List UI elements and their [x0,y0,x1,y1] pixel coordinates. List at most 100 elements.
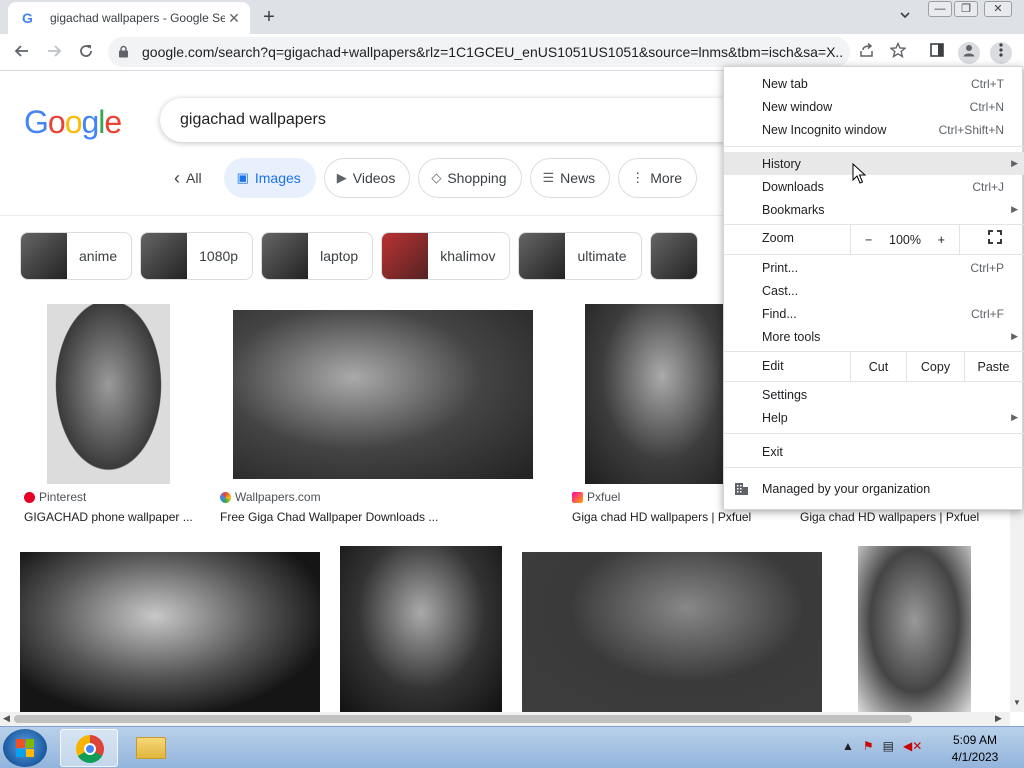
volume-muted-icon[interactable]: ◀✕ [903,739,922,753]
minimize-button[interactable]: — [928,1,952,17]
menu-new-tab[interactable]: New tab Ctrl+T [724,72,1024,95]
image-result[interactable] [522,552,822,712]
lock-icon[interactable] [118,45,130,59]
filter-videos[interactable]: ▶ Videos [323,158,411,198]
result-image[interactable] [340,546,502,712]
filter-all[interactable]: ‹ All [170,158,216,198]
image-result[interactable]: Pinterest GIGACHAD phone wallpaper ... [20,304,200,534]
related-chip-partial[interactable] [649,232,698,280]
image-result[interactable] [340,546,502,712]
menu-separator [724,254,1024,255]
filter-news[interactable]: ☰ News [529,158,611,198]
menu-downloads[interactable]: Downloads Ctrl+J [724,175,1024,198]
tab-title: gigachad wallpapers - Google Se [50,11,225,25]
taskbar-clock[interactable]: 5:09 AM 4/1/2023 [940,732,1010,766]
clock-date: 4/1/2023 [951,750,999,764]
close-window-button[interactable]: ✕ [984,1,1012,17]
menu-find[interactable]: Find... Ctrl+F [724,302,1024,325]
share-icon[interactable] [856,42,878,64]
result-title[interactable]: Free Giga Chad Wallpaper Downloads ... [220,510,438,524]
search-input[interactable]: gigachad wallpapers [160,98,780,142]
scroll-left-icon[interactable]: ◀ [3,713,10,724]
pinterest-icon [24,491,35,503]
menu-history[interactable]: History ▶ [724,152,1024,175]
image-icon: ▣ [236,170,249,185]
taskbar-chrome[interactable] [60,729,118,767]
chrome-icon [76,735,104,763]
start-button[interactable] [3,729,47,767]
kebab-menu-icon[interactable] [990,42,1012,64]
new-tab-button[interactable]: + [258,6,280,28]
submenu-arrow-icon: ▶ [1011,412,1018,422]
result-image[interactable] [233,310,533,479]
horizontal-scrollbar[interactable]: ◀ ▶ [0,712,1010,726]
bookmark-star-icon[interactable] [887,41,909,64]
menu-exit[interactable]: Exit [724,440,1024,463]
edit-paste-button[interactable]: Paste [964,352,1022,381]
image-result[interactable]: Wallpapers.com Free Giga Chad Wallpaper … [216,304,546,534]
filter-shopping[interactable]: ◇ Shopping [418,158,522,198]
related-chip-khalimov[interactable]: khalimov [381,232,511,280]
menu-new-incognito-window[interactable]: New Incognito window Ctrl+Shift+N [724,118,1024,141]
clock-time: 5:09 AM [952,733,998,747]
image-result[interactable] [858,546,971,712]
image-result[interactable] [20,552,320,712]
result-image[interactable] [585,304,725,484]
taskbar-file-explorer[interactable] [122,729,180,767]
result-title[interactable]: Giga chad HD wallpapers | Pxfuel [800,510,979,524]
network-icon[interactable]: ▤ [883,739,894,753]
menu-separator [724,467,1024,468]
profile-icon[interactable] [958,42,980,64]
related-chip-ultimate[interactable]: ultimate [518,232,642,280]
forward-arrow-icon[interactable] [42,41,66,65]
scroll-down-icon[interactable]: ▼ [1013,698,1021,707]
result-image[interactable] [522,552,822,712]
menu-help[interactable]: Help ▶ [724,406,1024,429]
submenu-arrow-icon: ▶ [1011,331,1018,341]
related-chip-1080p[interactable]: 1080p [140,232,254,280]
browser-tab[interactable]: G gigachad wallpapers - Google Se ✕ [8,2,250,34]
related-thumbnail [262,233,309,279]
side-panel-icon[interactable] [926,42,948,64]
restore-button[interactable]: ❐ [954,1,978,17]
fullscreen-icon[interactable] [988,230,1002,247]
menu-print[interactable]: Print... Ctrl+P [724,256,1024,279]
action-center-flag-icon[interactable]: ⚑ [863,739,874,753]
result-title[interactable]: GIGACHAD phone wallpaper ... [24,510,193,524]
reload-icon[interactable] [74,41,98,65]
filter-images[interactable]: ▣ Images [223,158,316,198]
result-source[interactable]: Wallpapers.com [220,490,321,504]
result-image[interactable] [20,552,320,712]
tab-search-icon[interactable] [896,8,914,26]
browser-title-bar: G gigachad wallpapers - Google Se ✕ + — … [0,0,1024,34]
show-hidden-icons-icon[interactable]: ▲ [842,739,854,753]
result-image[interactable] [47,304,170,484]
chevron-left-icon: ‹ [174,167,180,188]
back-arrow-icon[interactable] [10,41,34,65]
zoom-in-button[interactable]: + [938,233,945,247]
related-chip-anime[interactable]: anime [20,232,133,280]
result-source[interactable]: Pinterest [24,490,86,504]
windows-logo-icon [16,739,34,757]
folder-icon [136,737,166,759]
menu-bookmarks[interactable]: Bookmarks ▶ [724,198,1024,221]
edit-cut-button[interactable]: Cut [850,352,906,381]
result-source[interactable]: Pxfuel [572,490,620,504]
menu-separator [724,433,1024,434]
google-logo[interactable]: Google [24,104,122,141]
horizontal-scroll-thumb[interactable] [14,715,912,723]
result-image[interactable] [858,546,971,712]
menu-settings[interactable]: Settings [724,383,1024,406]
address-bar[interactable]: google.com/search?q=gigachad+wallpapers&… [108,37,850,67]
scroll-right-icon[interactable]: ▶ [995,713,1002,724]
filter-more[interactable]: ⋮ More [618,158,698,198]
zoom-out-button[interactable]: − [865,233,872,247]
result-title[interactable]: Giga chad HD wallpapers | Pxfuel [572,510,751,524]
menu-new-window[interactable]: New window Ctrl+N [724,95,1024,118]
menu-more-tools[interactable]: More tools ▶ [724,325,1024,348]
related-chip-laptop[interactable]: laptop [261,232,374,280]
menu-cast[interactable]: Cast... [724,279,1024,302]
tab-close-icon[interactable]: ✕ [226,10,242,27]
edit-copy-button[interactable]: Copy [906,352,964,381]
menu-managed-by-organization[interactable]: Managed by your organization [724,474,1024,504]
